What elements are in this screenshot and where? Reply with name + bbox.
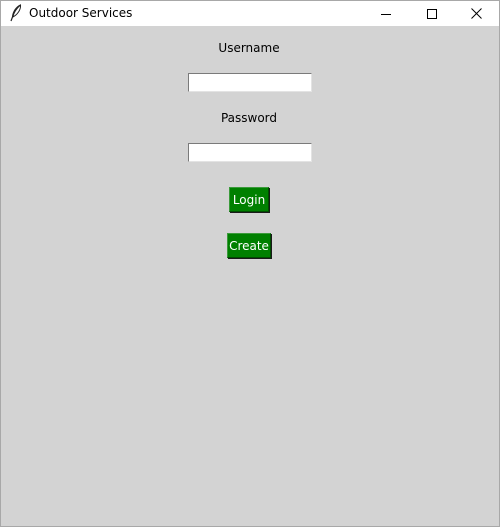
maximize-icon bbox=[427, 8, 437, 19]
close-icon bbox=[470, 8, 482, 19]
minimize-icon bbox=[381, 9, 391, 19]
username-field[interactable] bbox=[188, 73, 312, 92]
minimize-button[interactable] bbox=[363, 1, 409, 26]
login-button[interactable]: Login bbox=[229, 187, 269, 212]
title-bar[interactable]: Outdoor Services bbox=[1, 1, 499, 26]
close-button[interactable] bbox=[453, 1, 499, 26]
window-title: Outdoor Services bbox=[29, 6, 133, 20]
login-form: Username Password Login Create bbox=[1, 26, 499, 526]
app-window: Outdoor Services Username Password Login… bbox=[0, 0, 500, 527]
feather-icon bbox=[9, 3, 23, 22]
password-field[interactable] bbox=[188, 143, 312, 162]
create-button[interactable]: Create bbox=[227, 233, 271, 258]
username-label: Username bbox=[218, 41, 280, 55]
maximize-button[interactable] bbox=[409, 1, 455, 26]
password-label: Password bbox=[220, 111, 278, 125]
